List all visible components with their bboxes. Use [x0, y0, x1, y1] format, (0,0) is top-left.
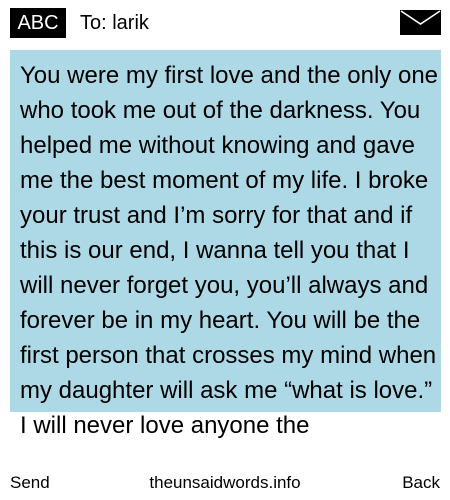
envelope-icon — [400, 10, 441, 35]
message-compose-screen: ABC To: larik You were my first love and… — [0, 0, 450, 500]
recipient-field[interactable]: To: larik — [80, 8, 149, 38]
input-mode-indicator[interactable]: ABC — [10, 8, 66, 38]
message-body-text[interactable]: You were my first love and the only one … — [20, 58, 440, 443]
back-softkey[interactable]: Back — [402, 470, 440, 496]
watermark-text: theunsaidwords.info — [149, 473, 301, 492]
header-bar: ABC To: larik — [0, 0, 450, 46]
softkey-bar: Send theunsaidwords.info Back — [0, 470, 450, 500]
